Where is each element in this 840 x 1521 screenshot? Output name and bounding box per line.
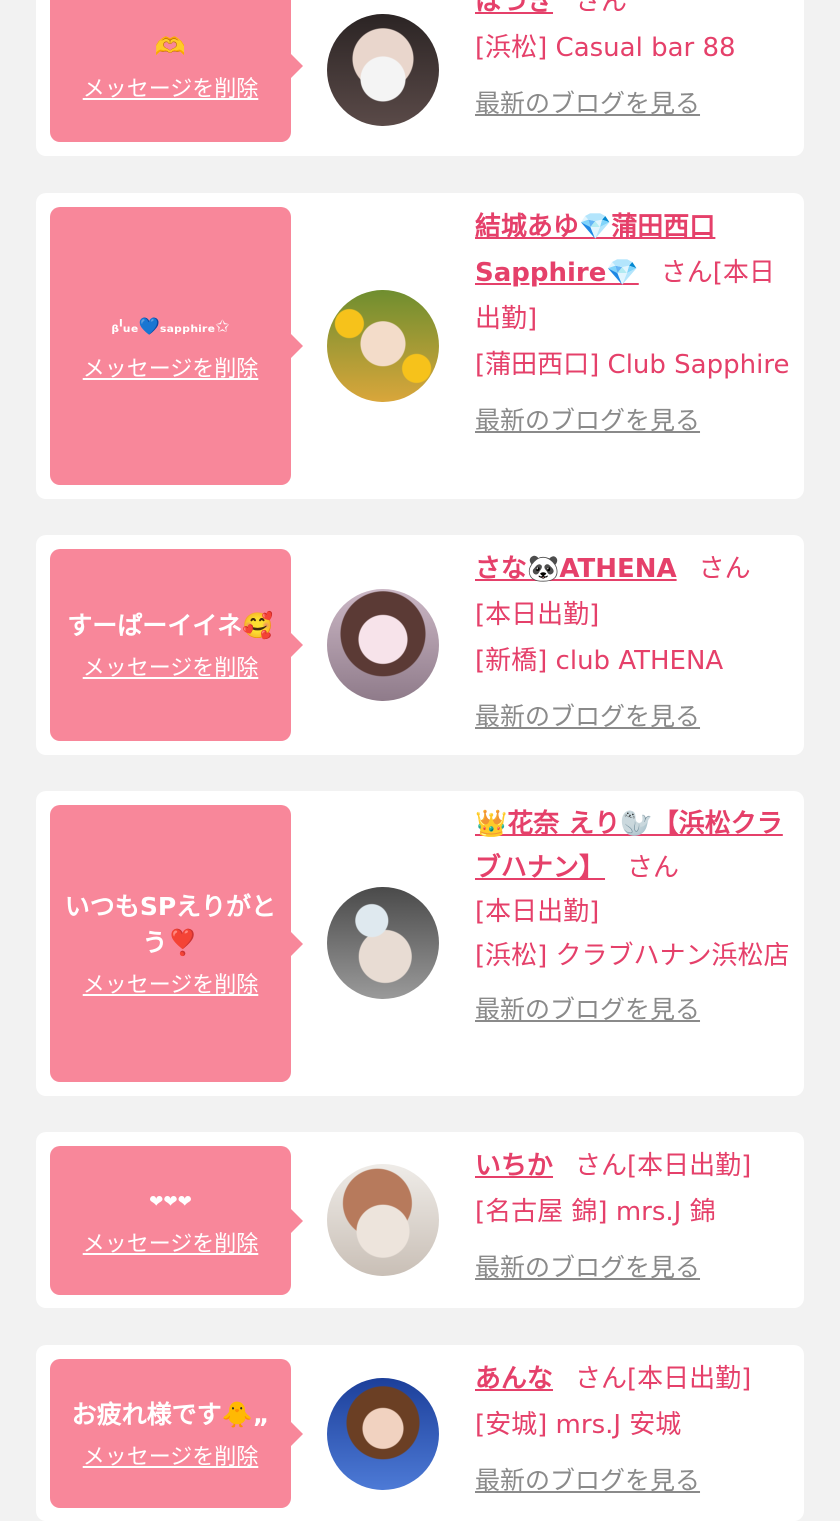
- profile-info: あんな さん[本日出勤] [安城] mrs.J 安城 最新のブログを見る: [475, 1356, 790, 1504]
- profile-info: 👑花奈 えり🦭【浜松クラブハナン】 さん [本日出勤] [浜松] クラブハナン浜松…: [475, 802, 790, 1032]
- delete-message-link[interactable]: メッセージを削除: [83, 1439, 259, 1471]
- latest-blog-link[interactable]: 最新のブログを見る: [475, 398, 700, 444]
- honorific: さん: [698, 554, 751, 584]
- delete-message-link[interactable]: メッセージを削除: [83, 967, 259, 999]
- honorific: さん: [575, 0, 628, 17]
- message-bubble: ᵦˡᵤₑ💙ₛₐₚₚₕᵢᵣₑ✩ メッセージを削除: [50, 207, 303, 485]
- shop-text: [浜松] クラブハナン浜松店: [475, 941, 790, 971]
- message-bubble: いつもSPえりがとう❣️ メッセージを削除: [50, 805, 303, 1082]
- latest-blog-link[interactable]: 最新のブログを見る: [475, 1245, 700, 1291]
- shop-text: [安城] mrs.J 安城: [475, 1410, 682, 1440]
- delete-message-link[interactable]: メッセージを削除: [83, 71, 259, 103]
- profile-name-link[interactable]: はづき: [475, 0, 553, 17]
- message-bubble: ❤︎❤︎❤︎ メッセージを削除: [50, 1146, 303, 1295]
- message-text: ❤︎❤︎❤︎: [149, 1191, 192, 1212]
- favorite-card: すーぱーイイネ🥰 メッセージを削除 さな🐼ATHENA さん [本日出勤] [新橋…: [36, 535, 804, 755]
- honorific: さん: [575, 1364, 628, 1394]
- status-text: [本日出勤]: [475, 897, 600, 927]
- latest-blog-link[interactable]: 最新のブログを見る: [475, 81, 700, 127]
- message-bubble: 🫶 メッセージを削除: [50, 0, 303, 142]
- shop-text: [新橋] club ATHENA: [475, 646, 724, 676]
- profile-info: はづき さん [浜松] Casual bar 88 最新のブログを見る: [475, 0, 790, 127]
- status-text: [本日出勤]: [627, 1151, 752, 1181]
- message-text: すーぱーイイネ🥰: [67, 611, 274, 640]
- honorific: さん: [660, 258, 713, 288]
- avatar[interactable]: [327, 1378, 439, 1490]
- profile-info: 結城あゆ💎蒲田西口Sapphire💎 さん[本日出勤] [蒲田西口] Club S…: [475, 204, 790, 444]
- message-text: ᵦˡᵤₑ💙ₛₐₚₚₕᵢᵣₑ✩: [111, 317, 230, 337]
- delete-message-link[interactable]: メッセージを削除: [83, 1226, 259, 1258]
- honorific: さん: [627, 853, 680, 883]
- profile-info: さな🐼ATHENA さん [本日出勤] [新橋] club ATHENA 最新のブ…: [475, 546, 790, 740]
- latest-blog-link[interactable]: 最新のブログを見る: [475, 988, 700, 1032]
- avatar[interactable]: [327, 1164, 439, 1276]
- honorific: さん: [575, 1151, 628, 1181]
- delete-message-link[interactable]: メッセージを削除: [83, 351, 259, 383]
- favorite-card: お疲れ様です🐥„ メッセージを削除 あんな さん[本日出勤] [安城] mrs.J…: [36, 1345, 804, 1521]
- avatar[interactable]: [327, 290, 439, 402]
- status-text: [本日出勤]: [627, 1364, 752, 1394]
- favorite-card: 🫶 メッセージを削除 はづき さん [浜松] Casual bar 88 最新のブ…: [36, 0, 804, 156]
- profile-name-link[interactable]: いちか: [475, 1151, 553, 1181]
- favorite-card: ❤︎❤︎❤︎ メッセージを削除 いちか さん[本日出勤] [名古屋 錦] mrs.…: [36, 1132, 804, 1308]
- message-text: 🫶: [154, 32, 187, 61]
- profile-name-link[interactable]: さな🐼ATHENA: [475, 554, 677, 584]
- message-bubble: お疲れ様です🐥„ メッセージを削除: [50, 1359, 303, 1508]
- favorite-card: ᵦˡᵤₑ💙ₛₐₚₚₕᵢᵣₑ✩ メッセージを削除 結城あゆ💎蒲田西口Sapphir…: [36, 193, 804, 499]
- message-text: お疲れ様です🐥„: [71, 1399, 270, 1429]
- avatar[interactable]: [327, 589, 439, 701]
- message-bubble: すーぱーイイネ🥰 メッセージを削除: [50, 549, 303, 741]
- shop-text: [名古屋 錦] mrs.J 錦: [475, 1197, 716, 1227]
- profile-info: いちか さん[本日出勤] [名古屋 錦] mrs.J 錦 最新のブログを見る: [475, 1143, 790, 1291]
- latest-blog-link[interactable]: 最新のブログを見る: [475, 694, 700, 740]
- avatar[interactable]: [327, 14, 439, 126]
- avatar[interactable]: [327, 887, 439, 999]
- favorite-card: いつもSPえりがとう❣️ メッセージを削除 👑花奈 えり🦭【浜松クラブハナン】さ…: [36, 791, 804, 1096]
- latest-blog-link[interactable]: 最新のブログを見る: [475, 1458, 700, 1504]
- message-text: いつもSPえりがとう❣️: [64, 891, 277, 957]
- shop-text: [浜松] Casual bar 88: [475, 33, 736, 63]
- delete-message-link[interactable]: メッセージを削除: [83, 650, 259, 682]
- shop-text: [蒲田西口] Club Sapphire: [475, 350, 790, 380]
- profile-name-link[interactable]: あんな: [475, 1364, 553, 1394]
- status-text: [本日出勤]: [475, 600, 600, 630]
